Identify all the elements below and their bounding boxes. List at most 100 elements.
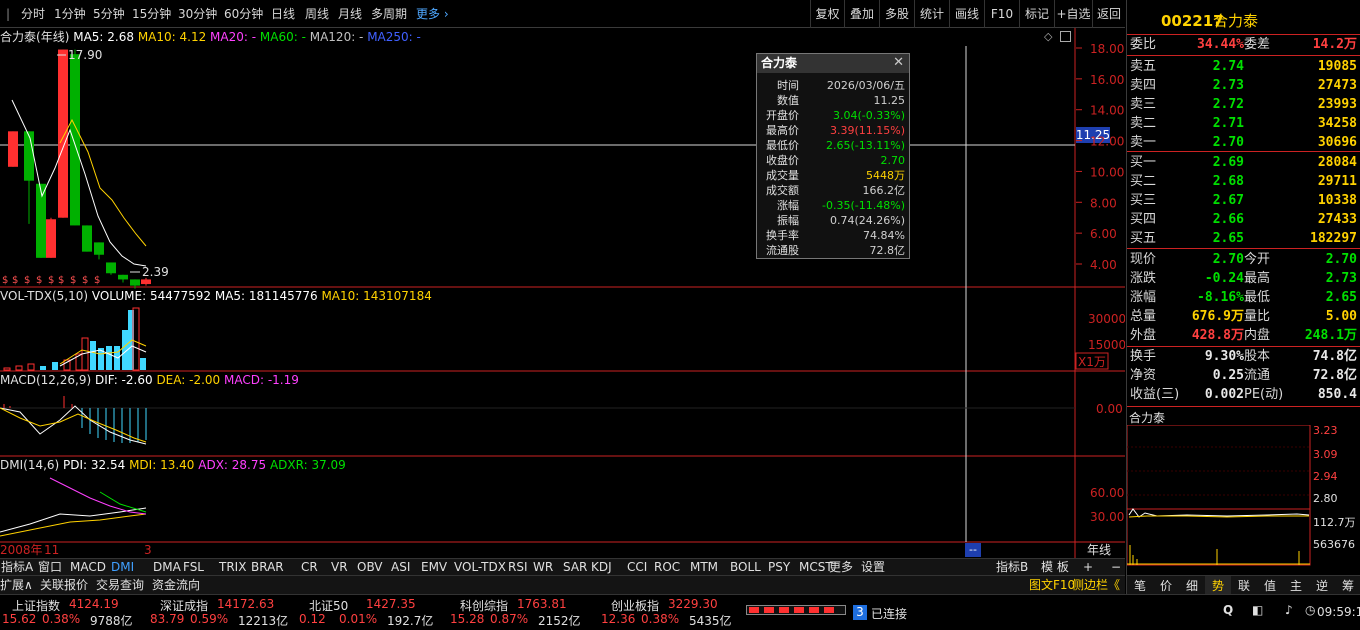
stat-value: 2.70 [1212, 252, 1244, 267]
window-maximize-icon[interactable] [1060, 31, 1071, 42]
tool-add-watch[interactable]: +自选 [1054, 0, 1092, 28]
minichart-tab-5[interactable]: 值 [1257, 576, 1283, 596]
bell-icon[interactable]: ♪ [1285, 603, 1293, 617]
ask-row[interactable]: 卖二 2.71 34258 [1127, 114, 1360, 133]
minichart-tab-0[interactable]: 笔 [1127, 576, 1153, 596]
indicator-tab-3[interactable]: DMI [111, 559, 134, 576]
period-30min[interactable]: 30分钟 [178, 0, 217, 28]
period-day[interactable]: 日线 [271, 0, 295, 28]
extension-tab-3[interactable]: 资金流向 [152, 576, 200, 595]
indicator-tab-25[interactable]: 设置 [861, 559, 885, 576]
signal-marker-8: $ [94, 275, 100, 286]
tool-biaoji[interactable]: 标记 [1019, 0, 1054, 28]
bid-row[interactable]: 买四 2.66 27433 [1127, 210, 1360, 229]
period-fenshi[interactable]: 分时 [21, 0, 45, 28]
indicator-tab-0[interactable]: 指标A [1, 559, 33, 576]
indicator-tab-7[interactable]: BRAR [251, 559, 284, 576]
market-breadth-bar [746, 605, 846, 615]
period-60min[interactable]: 60分钟 [224, 0, 263, 28]
stat-label: 净资 [1130, 368, 1157, 383]
stat-label: 股本 [1244, 349, 1271, 364]
close-icon[interactable]: ✕ [893, 55, 904, 70]
indicator-tab-5[interactable]: FSL [183, 559, 204, 576]
connection-status[interactable]: 已连接 [871, 605, 907, 622]
indicator-tab-17[interactable]: KDJ [591, 559, 612, 576]
tool-duogu[interactable]: 多股 [879, 0, 914, 28]
ask-row[interactable]: 卖四 2.73 27473 [1127, 76, 1360, 95]
indicator-tab-8[interactable]: CR [301, 559, 318, 576]
indicator-tab-19[interactable]: ROC [654, 559, 680, 576]
indicator-tab-21[interactable]: BOLL [730, 559, 761, 576]
breadth-segment [794, 607, 804, 613]
extension-tab-2[interactable]: 交易查询 [96, 576, 144, 595]
bid-row[interactable]: 买三 2.67 10338 [1127, 191, 1360, 210]
ask-row[interactable]: 卖五 2.74 19085 [1127, 57, 1360, 76]
extension-tab-1[interactable]: 关联报价 [40, 576, 88, 595]
layout-icon[interactable]: ◧ [1252, 603, 1263, 617]
indicator-tab-11[interactable]: ASI [391, 559, 410, 576]
minichart-tab-4[interactable]: 联 [1231, 576, 1257, 596]
indicator-right-tab-3[interactable]: − [1111, 559, 1121, 576]
period-15min[interactable]: 15分钟 [132, 0, 171, 28]
tool-f10[interactable]: F10 [984, 0, 1019, 28]
minichart-tab-1[interactable]: 价 [1153, 576, 1179, 596]
book-price: 2.70 [1212, 135, 1244, 150]
intraday-minichart[interactable]: 3.23 3.09 2.94 2.80 112.7万 563676 [1127, 425, 1360, 573]
indicator-tab-4[interactable]: DMA [153, 559, 181, 576]
indicator-tab-6[interactable]: TRIX [219, 559, 246, 576]
extension-right-tab-0[interactable]: 图文F10 [1029, 576, 1075, 595]
bid-row[interactable]: 买一 2.69 28084 [1127, 153, 1360, 172]
ask-row[interactable]: 卖一 2.70 30696 [1127, 133, 1360, 152]
period-1min[interactable]: 1分钟 [54, 0, 86, 28]
indicator-tab-14[interactable]: RSI [508, 559, 528, 576]
signal-marker-7: $ [82, 275, 88, 286]
bid-row[interactable]: 买二 2.68 29711 [1127, 172, 1360, 191]
extension-tab-0[interactable]: 扩展∧ [0, 576, 33, 595]
chart-area[interactable]: 11.25 17.90 2.39 $ $ $ $ $ $ $ $ $ 18.00 16.00 14.00… [0, 28, 1125, 558]
indicator-right-tab-1[interactable]: 模 板 [1041, 559, 1069, 576]
tool-diejia[interactable]: 叠加 [844, 0, 879, 28]
minichart-tick-3: 2.80 [1313, 492, 1338, 505]
indicator-tab-2[interactable]: MACD [70, 559, 106, 576]
indicator-tab-20[interactable]: MTM [690, 559, 718, 576]
indicator-tab-13[interactable]: VOL-TDX [454, 559, 506, 576]
tooltip-value: 2026/03/06/五 [826, 79, 905, 92]
tooltip-key: 数值 [777, 94, 799, 107]
extension-right-tab-1[interactable]: 侧边栏《 [1072, 576, 1120, 595]
indicator-right-tab-0[interactable]: 指标B [996, 559, 1028, 576]
indicator-tab-18[interactable]: CCI [627, 559, 647, 576]
search-icon[interactable]: Q [1223, 603, 1233, 617]
indicator-tab-15[interactable]: WR [533, 559, 553, 576]
period-multi[interactable]: 多周期 [371, 0, 407, 28]
indicator-tab-24[interactable]: 更多 [829, 559, 853, 576]
indicator-right-tab-2[interactable]: + [1083, 559, 1093, 576]
indicator-tab-9[interactable]: VR [331, 559, 348, 576]
indicator-tab-22[interactable]: PSY [768, 559, 790, 576]
indicator-tab-1[interactable]: 窗口 [38, 559, 62, 576]
bid-row[interactable]: 买五 2.65 182297 [1127, 229, 1360, 248]
ask-row[interactable]: 卖三 2.72 23993 [1127, 95, 1360, 114]
minichart-tab-2[interactable]: 细 [1179, 576, 1205, 596]
period-week[interactable]: 周线 [305, 0, 329, 28]
minichart-tab-3[interactable]: 势 [1205, 576, 1231, 596]
indicator-tab-12[interactable]: EMV [421, 559, 447, 576]
period-5min[interactable]: 5分钟 [93, 0, 125, 28]
tool-huaxian[interactable]: 画线 [949, 0, 984, 28]
book-price: 2.74 [1212, 59, 1244, 74]
tool-back[interactable]: 返回 [1092, 0, 1125, 28]
book-price: 2.73 [1212, 78, 1244, 93]
period-more[interactable]: 更多 › [416, 0, 449, 28]
indicator-tab-23[interactable]: MCST [799, 559, 833, 576]
indicator-tab-16[interactable]: SAR [563, 559, 587, 576]
tool-fuquan[interactable]: 复权 [810, 0, 844, 28]
diamond-icon[interactable]: ◇ [1044, 30, 1052, 43]
minichart-tab-7[interactable]: 逆 [1309, 576, 1335, 596]
stat-label: 流通 [1244, 368, 1271, 383]
minichart-tick-4: 112.7万 [1313, 516, 1356, 529]
indicator-tab-10[interactable]: OBV [357, 559, 383, 576]
price-tick-0: 18.00 [1090, 42, 1124, 56]
minichart-tab-6[interactable]: 主 [1283, 576, 1309, 596]
tool-tongji[interactable]: 统计 [914, 0, 949, 28]
minichart-tab-8[interactable]: 筹 [1335, 576, 1360, 596]
period-month[interactable]: 月线 [338, 0, 362, 28]
